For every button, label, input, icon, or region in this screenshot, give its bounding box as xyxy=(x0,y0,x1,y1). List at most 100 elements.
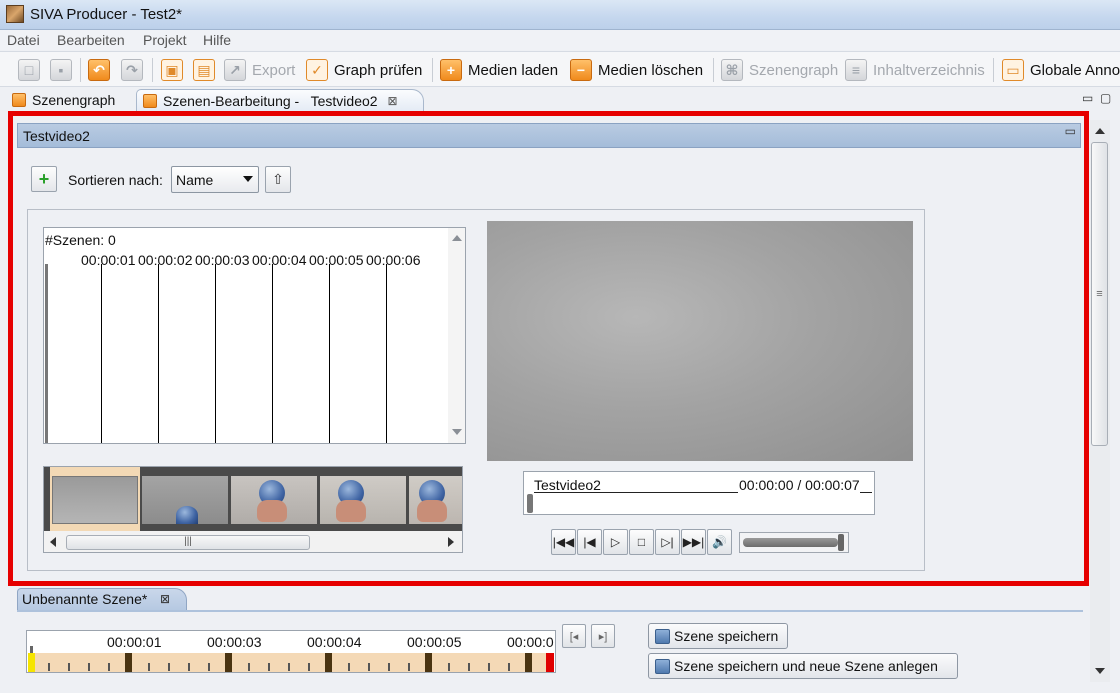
graph-check-icon: ✓ xyxy=(306,59,328,81)
menu-datei[interactable]: Datei xyxy=(7,32,40,48)
save-new-scene-button[interactable]: Szene speichern und neue Szene anlegen xyxy=(648,653,958,679)
scene-graph-button[interactable]: ⌘ Szenengraph xyxy=(721,58,838,82)
save-scene-label: Szene speichern xyxy=(674,628,779,644)
maximize-icon[interactable]: ▢ xyxy=(1100,91,1111,105)
scene-timeline-bar[interactable] xyxy=(28,653,554,672)
close-icon[interactable]: ⊠ xyxy=(160,592,170,606)
scene-start-flag xyxy=(30,646,33,653)
redo-icon: ↷ xyxy=(121,59,143,81)
global-annotations-button[interactable]: ▭ Globale Anno xyxy=(1002,58,1120,82)
timeline-major-tick xyxy=(325,653,332,672)
timeline-tick xyxy=(348,663,350,671)
scene-start-marker[interactable] xyxy=(28,653,35,672)
timeline-tick xyxy=(148,663,150,671)
save-icon xyxy=(655,628,670,644)
timeline-major-tick xyxy=(525,653,532,672)
list-icon: ≡ xyxy=(845,59,867,81)
highlight-frame xyxy=(8,111,1089,586)
minimize-icon[interactable]: ▭ xyxy=(1082,91,1093,105)
menu-hilfe[interactable]: Hilfe xyxy=(203,32,231,48)
menu-projekt[interactable]: Projekt xyxy=(143,32,187,48)
toolbar-separator xyxy=(152,58,153,82)
scene-timeline-label: 00:00:01 xyxy=(107,634,162,650)
toolbar-separator xyxy=(993,58,994,82)
timeline-tick xyxy=(108,663,110,671)
timeline-tick xyxy=(408,663,410,671)
export-label: Export xyxy=(252,61,296,79)
tab-scene-graph-label: Szenengraph xyxy=(32,92,116,108)
undo-icon: ↶ xyxy=(88,59,110,81)
timeline-tick xyxy=(508,663,510,671)
save-button[interactable]: ▣ xyxy=(161,58,189,82)
timeline-tick xyxy=(448,663,450,671)
scene-graph-icon: ⌘ xyxy=(721,59,743,81)
set-start-button[interactable]: [◂ xyxy=(562,624,586,648)
timeline-tick xyxy=(68,663,70,671)
tab-scene-edit[interactable]: Szenen-Bearbeitung - Testvideo2 ⊠ xyxy=(136,89,424,111)
tab-scene-graph[interactable]: Szenengraph xyxy=(6,89,130,111)
save-new-scene-label: Szene speichern und neue Szene anlegen xyxy=(674,658,938,674)
minus-icon: − xyxy=(570,59,592,81)
app-icon xyxy=(6,5,24,23)
new-button[interactable]: □ xyxy=(18,58,46,82)
toolbar-separator xyxy=(432,58,433,82)
window-title: SIVA Producer - Test2* xyxy=(30,6,183,23)
plus-icon: + xyxy=(440,59,462,81)
annotation-icon: ▭ xyxy=(1002,59,1024,81)
toolbar: □ ▪ ↶ ↷ ▣ ▤ ↗ Export ✓ Graph prüfen + Medie… xyxy=(0,51,1120,87)
timeline-tick xyxy=(188,663,190,671)
toolbar-separator xyxy=(713,58,714,82)
title-bar: SIVA Producer - Test2* xyxy=(0,0,1120,30)
scrollbar-thumb[interactable]: ≡ xyxy=(1091,142,1108,446)
undo-button[interactable]: ↶ xyxy=(88,58,116,82)
scroll-down-icon[interactable] xyxy=(1095,668,1105,674)
graph-check-button[interactable]: ✓ Graph prüfen xyxy=(306,58,422,82)
delete-media-button[interactable]: − Medien löschen xyxy=(570,58,703,82)
timeline-tick xyxy=(208,663,210,671)
toc-button[interactable]: ≡ Inhaltverzeichnis xyxy=(845,58,985,82)
scene-timeline-label: 00:00:04 xyxy=(307,634,362,650)
mark-out-icon: ▸] xyxy=(598,630,608,643)
save-as-button[interactable]: ▤ xyxy=(193,58,221,82)
scene-timeline-label: 00:00:0 xyxy=(507,634,554,650)
disk-icon: ▪ xyxy=(50,59,72,81)
mark-in-icon: [◂ xyxy=(569,630,579,643)
save-as-icon: ▤ xyxy=(193,59,215,81)
close-icon[interactable]: ⊠ xyxy=(388,94,398,108)
timeline-major-tick xyxy=(425,653,432,672)
scene-graph-tab-icon xyxy=(12,93,26,107)
scene-timeline[interactable]: 00:00:01 00:00:03 00:00:04 00:00:05 00:0… xyxy=(26,630,556,673)
timeline-tick xyxy=(288,663,290,671)
timeline-tick xyxy=(48,663,50,671)
delete-media-label: Medien löschen xyxy=(598,61,704,79)
set-end-button[interactable]: ▸] xyxy=(591,624,615,648)
new-icon: □ xyxy=(18,59,40,81)
graph-check-label: Graph prüfen xyxy=(334,61,423,79)
export-button[interactable]: ↗ Export xyxy=(224,58,295,82)
timeline-tick xyxy=(488,663,490,671)
scene-edit-tab-icon xyxy=(143,93,157,108)
save-icon xyxy=(655,658,670,674)
save-scene-button[interactable]: Szene speichern xyxy=(648,623,788,649)
load-media-button[interactable]: + Medien laden xyxy=(440,58,558,82)
load-media-label: Medien laden xyxy=(468,61,559,79)
timeline-tick xyxy=(168,663,170,671)
scene-timeline-label: 00:00:05 xyxy=(407,634,462,650)
redo-button[interactable]: ↷ xyxy=(121,58,149,82)
timeline-tick xyxy=(388,663,390,671)
timeline-tick xyxy=(308,663,310,671)
save-disabled-button[interactable]: ▪ xyxy=(50,58,78,82)
tab-unnamed-scene[interactable]: Unbenannte Szene* ⊠ xyxy=(17,588,187,610)
timeline-tick xyxy=(268,663,270,671)
timeline-major-tick xyxy=(225,653,232,672)
scroll-up-icon[interactable] xyxy=(1095,128,1105,134)
scene-end-marker[interactable] xyxy=(546,653,554,672)
editor-scrollbar[interactable]: ≡ xyxy=(1090,120,1110,682)
export-icon: ↗ xyxy=(224,59,246,81)
timeline-tick xyxy=(88,663,90,671)
menu-bearbeiten[interactable]: Bearbeiten xyxy=(57,32,125,48)
editor-tabs: Szenengraph Szenen-Bearbeitung - Testvid… xyxy=(0,87,1120,111)
timeline-major-tick xyxy=(125,653,132,672)
toc-label: Inhaltverzeichnis xyxy=(873,61,985,79)
toolbar-separator xyxy=(80,58,81,82)
